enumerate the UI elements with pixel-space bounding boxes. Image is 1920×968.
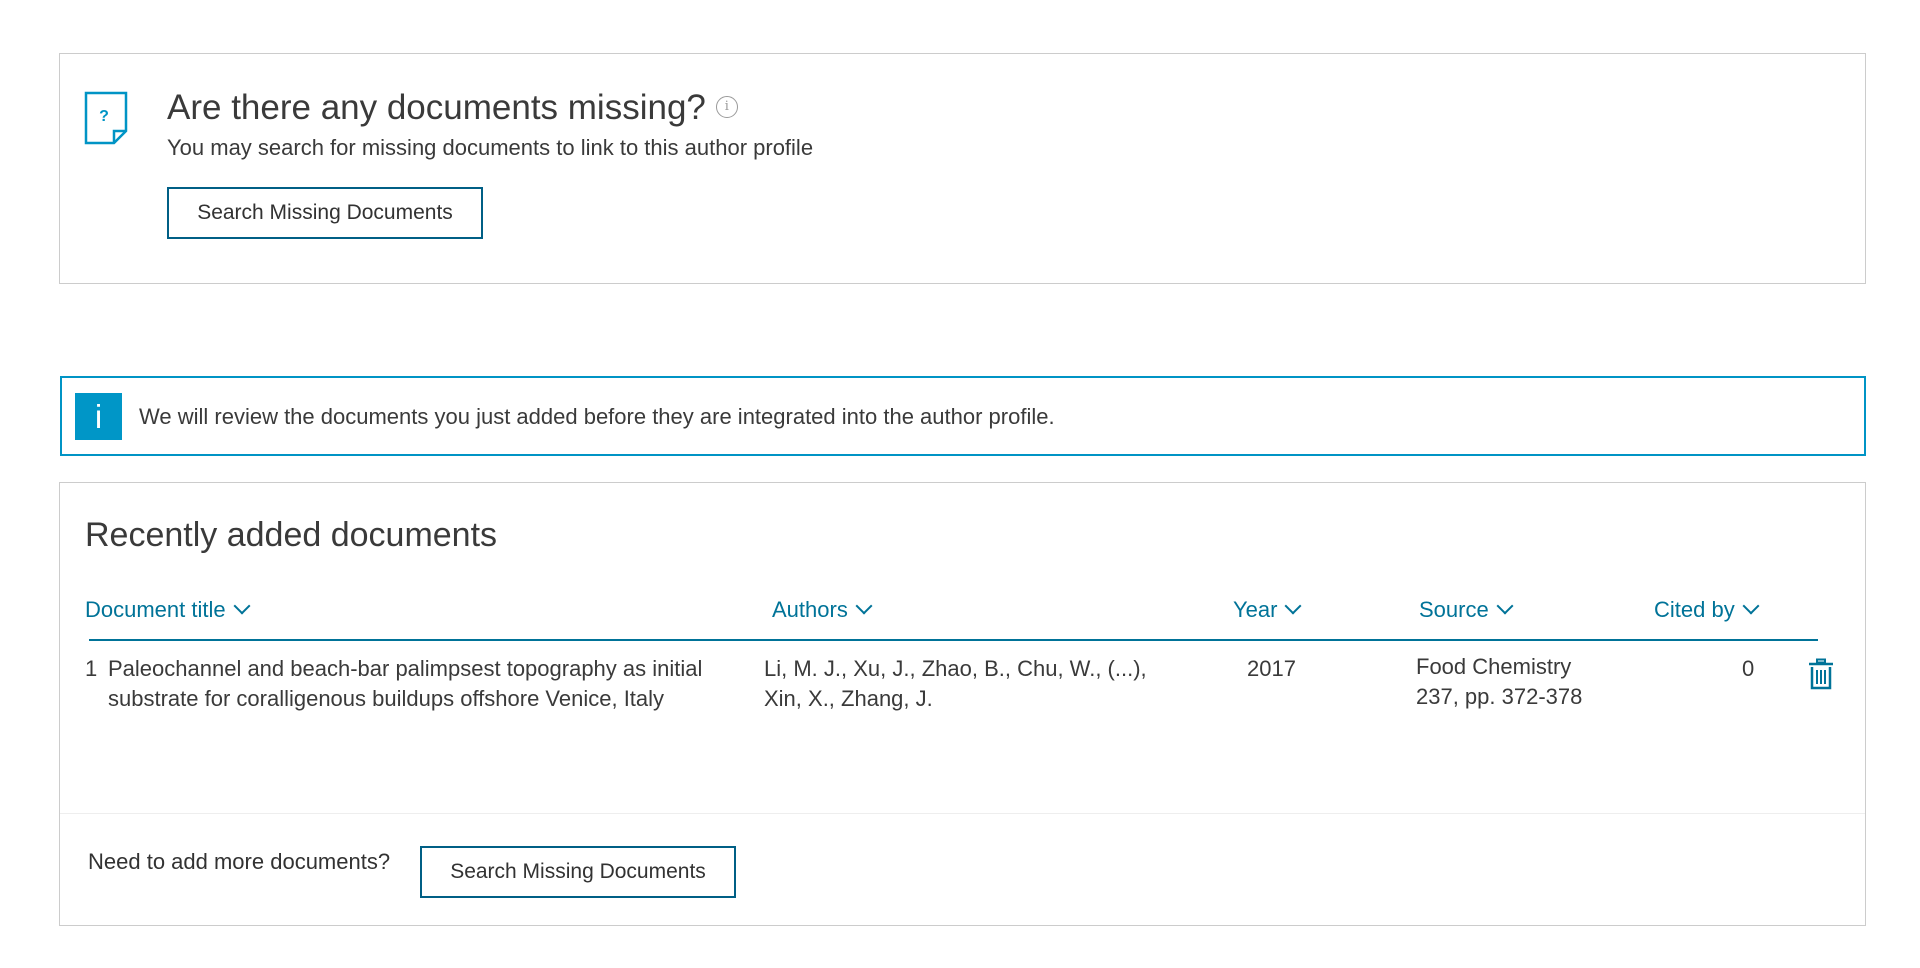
document-authors: Li, M. J., Xu, J., Zhao, B., Chu, W., (.… — [764, 656, 1147, 711]
column-header-document-title[interactable]: Document title — [85, 595, 251, 625]
column-header-source[interactable]: Source — [1419, 595, 1514, 625]
document-year: 2017 — [1247, 656, 1296, 681]
document-title: Paleochannel and beach-bar palimpsest to… — [108, 656, 703, 711]
column-header-label: Year — [1233, 597, 1278, 622]
add-more-documents-prompt: Need to add more documents? — [88, 849, 391, 874]
trash-icon[interactable] — [1808, 658, 1834, 690]
review-info-alert: i We will review the documents you just … — [60, 376, 1866, 456]
recently-added-documents-panel: Recently added documents Document title … — [59, 482, 1866, 926]
source-name: Food Chemistry — [1416, 654, 1572, 679]
search-missing-documents-button[interactable]: Search Missing Documents — [167, 187, 483, 239]
svg-text:?: ? — [99, 108, 109, 125]
chevron-down-icon — [233, 597, 251, 615]
chevron-down-icon — [1742, 597, 1760, 615]
info-icon[interactable]: i — [715, 95, 738, 118]
column-header-label: Document title — [85, 597, 226, 622]
column-header-cited-by[interactable]: Cited by — [1654, 595, 1760, 625]
chevron-down-icon — [1496, 597, 1514, 615]
document-cited-by: 0 — [1742, 656, 1755, 681]
column-header-year[interactable]: Year — [1233, 595, 1302, 625]
missing-documents-panel: ? Are there any documents missing? i You … — [59, 53, 1866, 284]
recently-added-title: Recently added documents — [85, 516, 498, 554]
missing-documents-title-text: Are there any documents missing? — [167, 88, 706, 127]
missing-documents-title: Are there any documents missing? i — [167, 86, 738, 130]
row-number: 1 — [85, 656, 98, 681]
chevron-down-icon — [855, 597, 873, 615]
chevron-down-icon — [1284, 597, 1302, 615]
missing-documents-subtitle: You may search for missing documents to … — [167, 135, 814, 160]
column-header-label: Authors — [772, 597, 848, 622]
source-detail: 237, pp. 372-378 — [1416, 684, 1583, 709]
search-missing-documents-button-footer[interactable]: Search Missing Documents — [420, 846, 736, 898]
column-header-label: Source — [1419, 597, 1489, 622]
document-question-icon: ? — [84, 91, 128, 145]
column-header-authors[interactable]: Authors — [772, 595, 873, 625]
alert-message: We will review the documents you just ad… — [139, 404, 1055, 429]
document-source: Food Chemistry 237, pp. 372-378 — [1416, 652, 1582, 712]
info-icon: i — [75, 393, 122, 440]
footer-divider — [60, 813, 1865, 814]
column-header-label: Cited by — [1654, 597, 1735, 622]
table-header-divider — [89, 639, 1818, 641]
